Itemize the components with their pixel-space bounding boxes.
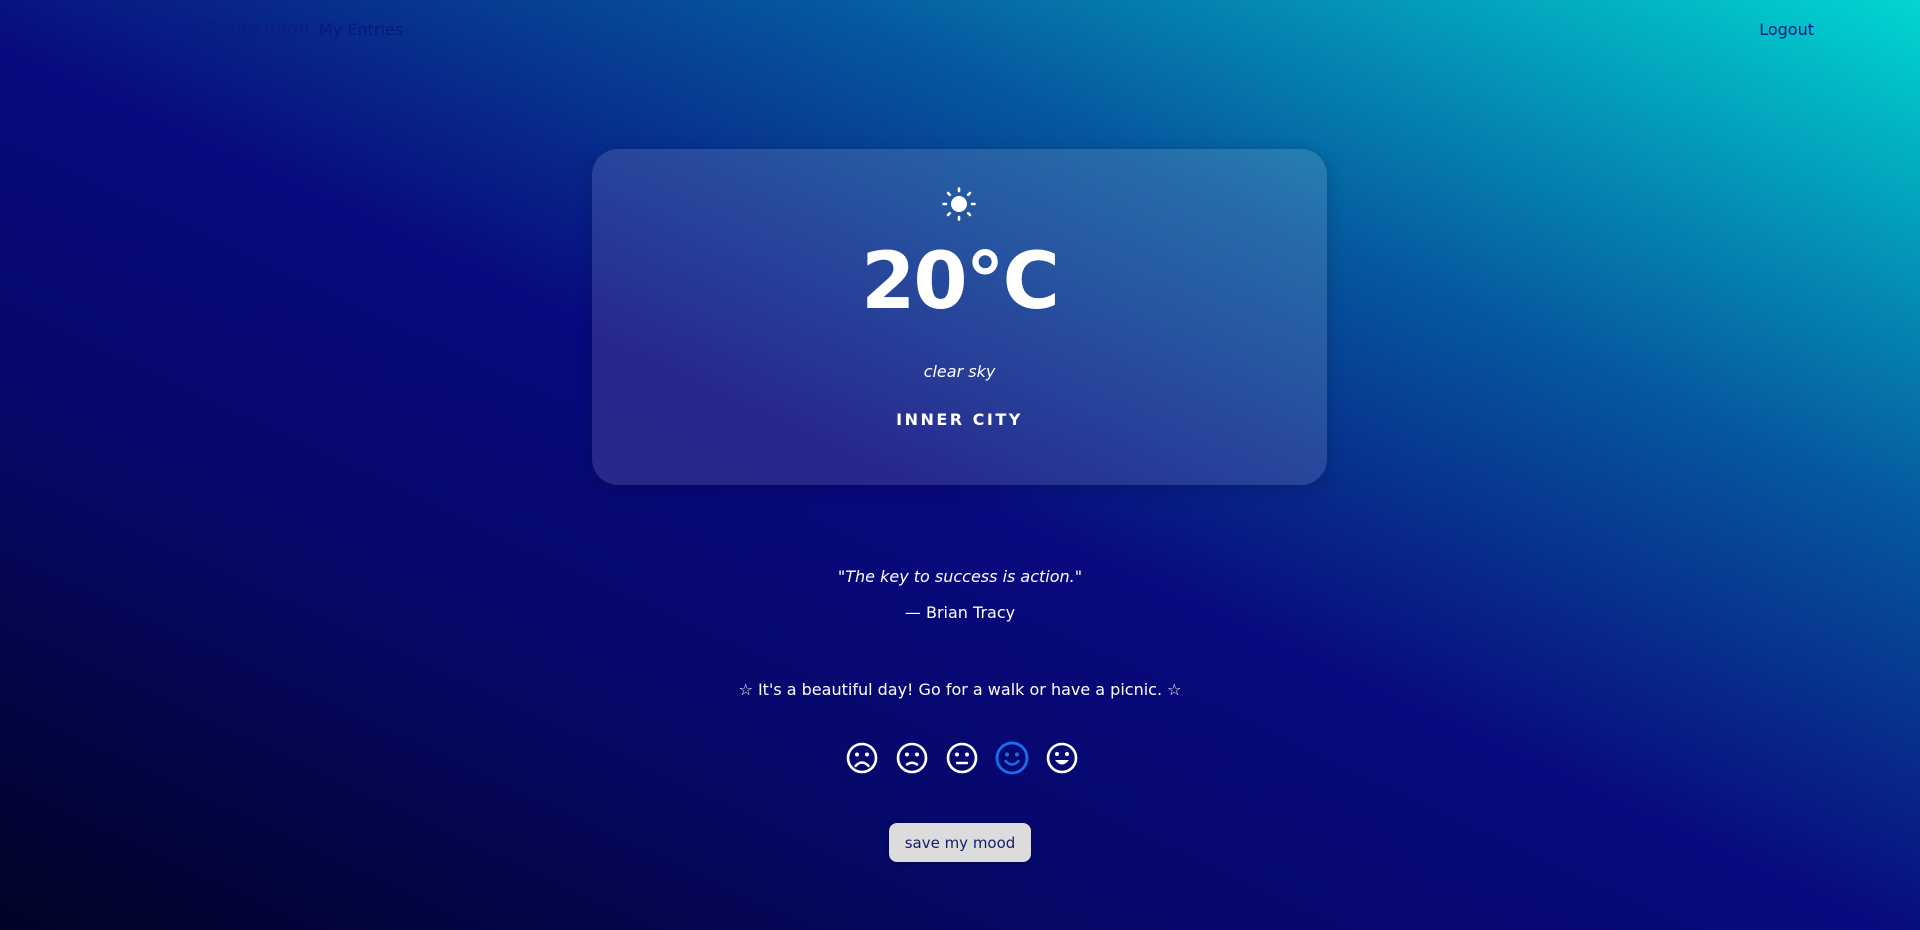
nav-logout-link[interactable]: Logout xyxy=(1759,20,1814,39)
quote-text: "The key to success is action." xyxy=(837,567,1083,586)
very-sad-face-icon[interactable] xyxy=(845,741,879,775)
weather-tip: ☆ It's a beautiful day! Go for a walk or… xyxy=(738,680,1182,699)
neutral-face-icon[interactable] xyxy=(945,741,979,775)
nav-my-entries-link[interactable]: My Entries xyxy=(319,20,403,39)
temperature-value: 20°C xyxy=(861,237,1060,327)
happy-face-icon[interactable] xyxy=(995,741,1029,775)
sun-icon xyxy=(942,187,976,221)
weather-card: 20°C clear sky INNER CITY xyxy=(592,149,1327,485)
save-mood-button[interactable]: save my mood xyxy=(889,823,1031,862)
quote-author: — Brian Tracy xyxy=(904,603,1016,622)
weather-description: clear sky xyxy=(923,362,996,381)
mood-selector xyxy=(843,741,1083,777)
very-happy-face-icon[interactable] xyxy=(1045,741,1079,775)
city-name: INNER CITY xyxy=(896,410,1023,429)
sad-face-icon[interactable] xyxy=(895,741,929,775)
top-nav: My Daily Companion My Entries Logout xyxy=(0,0,1920,62)
brand-logo[interactable]: My Daily Companion xyxy=(116,18,310,39)
